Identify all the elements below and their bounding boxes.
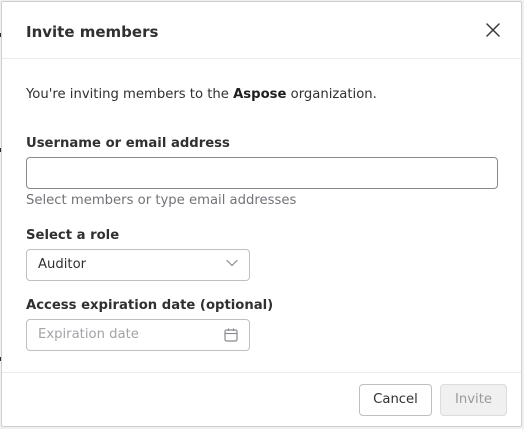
cancel-button[interactable]: Cancel	[359, 384, 432, 416]
page: Invite members You're inviting members t…	[0, 0, 524, 429]
modal-title: Invite members	[26, 23, 159, 41]
invite-button[interactable]: Invite	[440, 384, 507, 416]
organization-name: Aspose	[233, 87, 287, 102]
chevron-down-icon	[226, 259, 238, 267]
role-label: Select a role	[26, 228, 120, 243]
username-label: Username or email address	[26, 136, 230, 151]
invite-members-modal: Invite members You're inviting members t…	[1, 1, 522, 427]
intro-prefix: You're inviting members to the	[26, 87, 234, 102]
username-help-text: Select members or type email addresses	[26, 193, 297, 208]
expiration-label: Access expiration date (optional)	[26, 298, 274, 313]
intro-text: You're inviting members to the Aspose or…	[26, 86, 377, 104]
modal-header: Invite members	[2, 2, 521, 59]
expiration-date-input[interactable]: Expiration date	[26, 319, 250, 351]
close-icon	[486, 23, 500, 37]
role-select-value: Auditor	[38, 257, 87, 272]
username-input[interactable]	[26, 157, 498, 189]
intro-suffix: organization.	[286, 87, 377, 102]
modal-footer: Cancel Invite	[2, 372, 521, 426]
expiration-placeholder: Expiration date	[38, 327, 139, 342]
calendar-icon[interactable]	[224, 328, 238, 342]
close-button[interactable]	[481, 18, 505, 42]
role-select[interactable]: Auditor	[26, 249, 250, 281]
